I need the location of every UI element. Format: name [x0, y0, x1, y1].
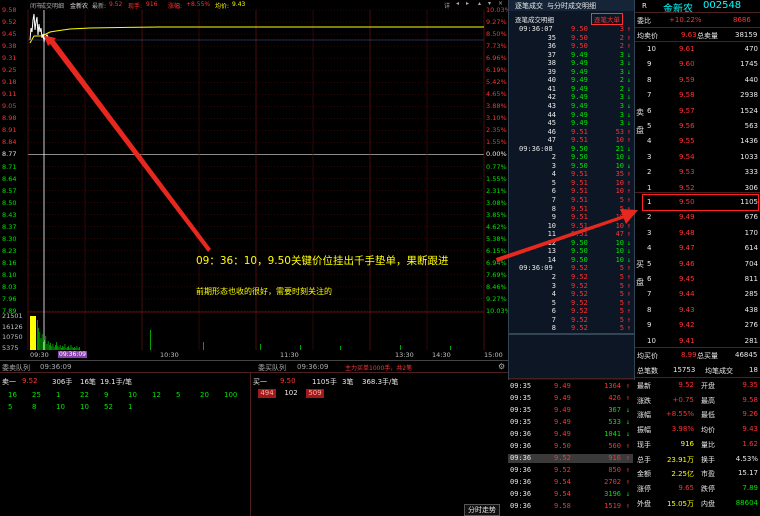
annotation-arrow-to-orderbook [496, 215, 625, 262]
annotation-arrow-layer [496, 209, 638, 262]
